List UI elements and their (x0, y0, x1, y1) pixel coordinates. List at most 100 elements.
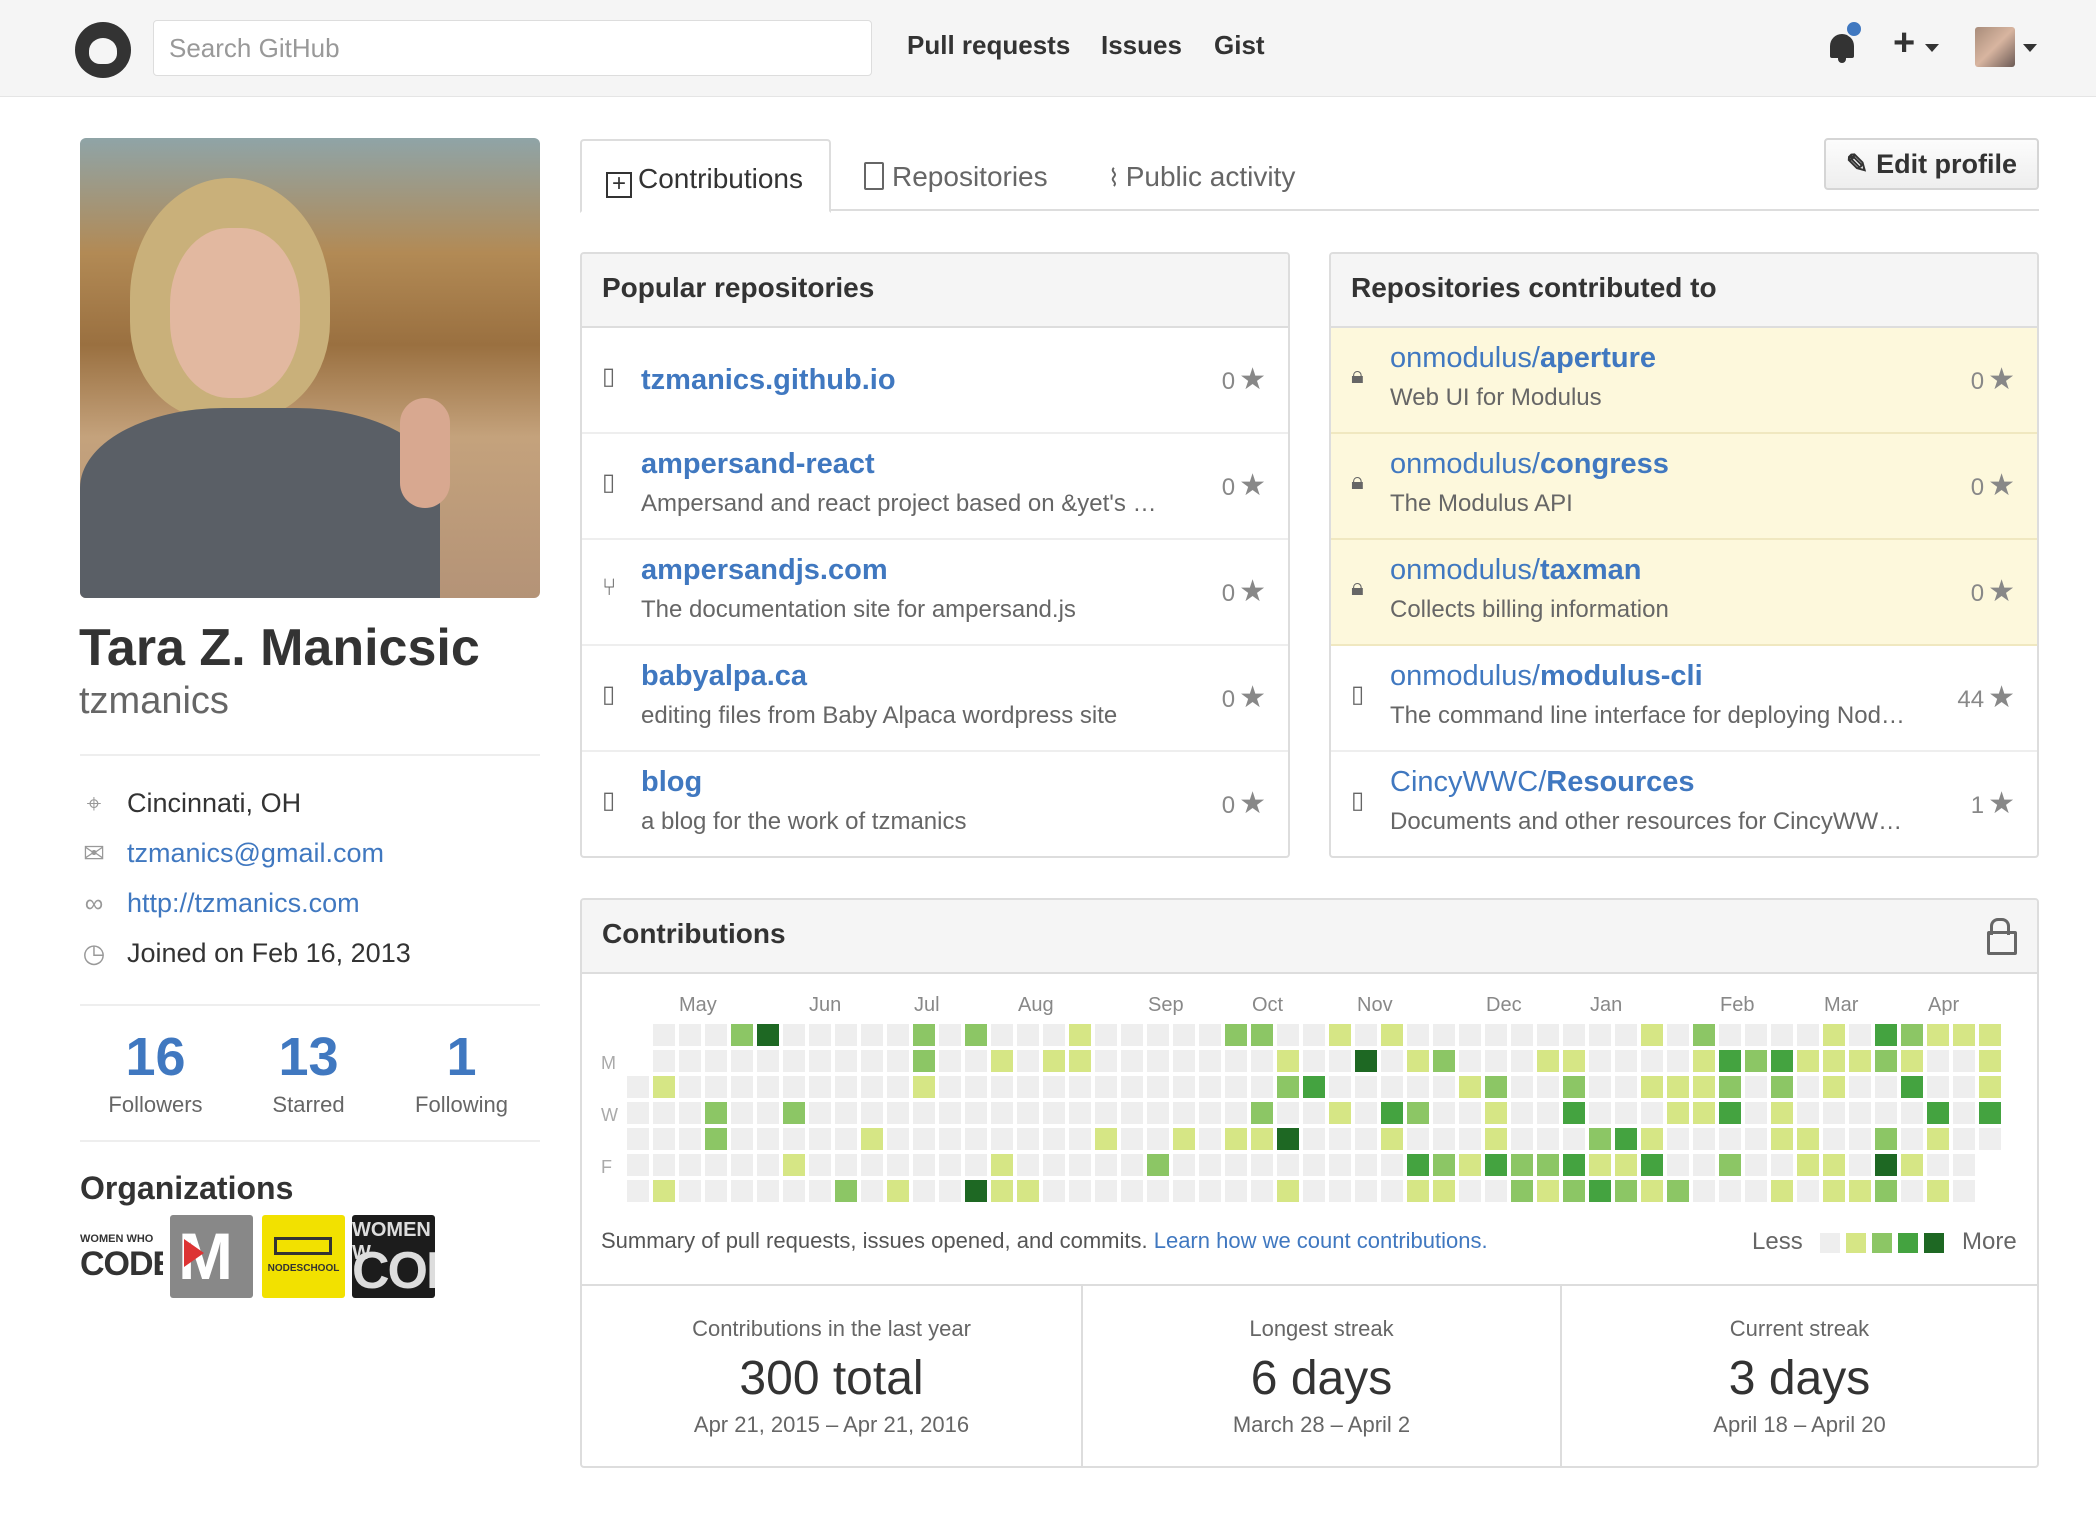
contribution-day[interactable] (861, 1050, 883, 1072)
contribution-day[interactable] (913, 1076, 935, 1098)
contribution-day[interactable] (653, 1102, 675, 1124)
contribution-day[interactable] (1459, 1024, 1481, 1046)
contribution-day[interactable] (757, 1076, 779, 1098)
list-item[interactable]: ▯ tzmanics.github.io 0 ★ (582, 328, 1288, 434)
contribution-day[interactable] (1641, 1024, 1663, 1046)
list-item[interactable]: 🔒︎ onmodulus/congress The Modulus API 0 ★ (1331, 434, 2037, 540)
list-item[interactable]: ▯ onmodulus/modulus-cli The command line… (1331, 646, 2037, 752)
contribution-day[interactable] (1043, 1154, 1065, 1176)
contribution-day[interactable] (1641, 1128, 1663, 1150)
contribution-day[interactable] (1953, 1154, 1975, 1176)
contribution-day[interactable] (679, 1128, 701, 1150)
contribution-day[interactable] (1901, 1076, 1923, 1098)
contribution-day[interactable] (835, 1050, 857, 1072)
contribution-day[interactable] (1095, 1102, 1117, 1124)
contribution-day[interactable] (1017, 1180, 1039, 1202)
contribution-day[interactable] (1589, 1102, 1611, 1124)
contribution-day[interactable] (965, 1102, 987, 1124)
org-women-who-code[interactable]: WOMEN WHO CODE (80, 1215, 163, 1298)
contribution-day[interactable] (939, 1128, 961, 1150)
email-link[interactable]: tzmanics@gmail.com (127, 838, 384, 869)
contribution-day[interactable] (1433, 1024, 1455, 1046)
contribution-day[interactable] (1927, 1050, 1949, 1072)
contribution-day[interactable] (913, 1154, 935, 1176)
contribution-day[interactable] (1225, 1076, 1247, 1098)
contribution-day[interactable] (809, 1024, 831, 1046)
contribution-day[interactable] (757, 1102, 779, 1124)
org-women-who-code-cincy[interactable]: WOMEN W COD (352, 1215, 435, 1298)
contribution-day[interactable] (1927, 1076, 1949, 1098)
contribution-day[interactable] (1953, 1050, 1975, 1072)
contribution-day[interactable] (1615, 1180, 1637, 1202)
contribution-day[interactable] (705, 1050, 727, 1072)
search-input[interactable] (153, 20, 872, 76)
contribution-day[interactable] (1693, 1050, 1715, 1072)
contribution-day[interactable] (1667, 1128, 1689, 1150)
contribution-day[interactable] (1199, 1024, 1221, 1046)
contribution-day[interactable] (1121, 1102, 1143, 1124)
contribution-day[interactable] (1459, 1050, 1481, 1072)
contribution-day[interactable] (991, 1024, 1013, 1046)
contribution-day[interactable] (1407, 1024, 1429, 1046)
contribution-day[interactable] (939, 1024, 961, 1046)
contribution-day[interactable] (887, 1128, 909, 1150)
contribution-day[interactable] (861, 1180, 883, 1202)
contribution-day[interactable] (1017, 1128, 1039, 1150)
contribution-day[interactable] (1225, 1180, 1247, 1202)
contribution-day[interactable] (783, 1102, 805, 1124)
contribution-day[interactable] (1173, 1180, 1195, 1202)
contribution-day[interactable] (809, 1076, 831, 1098)
contribution-day[interactable] (705, 1024, 727, 1046)
repo-link[interactable]: onmodulus/taxman (1390, 554, 1641, 587)
contribution-day[interactable] (1199, 1102, 1221, 1124)
contribution-day[interactable] (913, 1024, 935, 1046)
following-stat[interactable]: 1 Following (385, 1026, 538, 1118)
contribution-day[interactable] (861, 1128, 883, 1150)
contribution-day[interactable] (1303, 1024, 1325, 1046)
contribution-day[interactable] (835, 1154, 857, 1176)
contribution-day[interactable] (731, 1076, 753, 1098)
contribution-day[interactable] (1407, 1154, 1429, 1176)
contribution-day[interactable] (1771, 1024, 1793, 1046)
contribution-day[interactable] (679, 1024, 701, 1046)
contribution-day[interactable] (1537, 1024, 1559, 1046)
contribution-day[interactable] (783, 1154, 805, 1176)
contribution-day[interactable] (1095, 1154, 1117, 1176)
contribution-day[interactable] (965, 1050, 987, 1072)
contribution-day[interactable] (1407, 1102, 1429, 1124)
tab-contributions[interactable]: + Contributions (580, 139, 831, 213)
contribution-day[interactable] (1329, 1180, 1351, 1202)
contribution-day[interactable] (1719, 1128, 1741, 1150)
contribution-day[interactable] (1277, 1102, 1299, 1124)
contribution-day[interactable] (1745, 1154, 1767, 1176)
contribution-day[interactable] (1563, 1154, 1585, 1176)
contribution-day[interactable] (1953, 1180, 1975, 1202)
contribution-day[interactable] (1017, 1024, 1039, 1046)
contribution-day[interactable] (1381, 1050, 1403, 1072)
contribution-day[interactable] (1745, 1128, 1767, 1150)
contribution-day[interactable] (809, 1128, 831, 1150)
contribution-day[interactable] (1615, 1024, 1637, 1046)
repo-link[interactable]: onmodulus/modulus-cli (1390, 660, 1703, 693)
contribution-day[interactable] (1927, 1024, 1949, 1046)
contribution-day[interactable] (627, 1102, 649, 1124)
nav-issues[interactable]: Issues (1101, 30, 1182, 61)
contribution-day[interactable] (1875, 1050, 1897, 1072)
contribution-day[interactable] (1667, 1154, 1689, 1176)
contribution-day[interactable] (1147, 1180, 1169, 1202)
contribution-day[interactable] (1745, 1076, 1767, 1098)
repo-link[interactable]: tzmanics.github.io (641, 364, 896, 397)
contribution-day[interactable] (1329, 1128, 1351, 1150)
website-link[interactable]: http://tzmanics.com (127, 888, 360, 919)
contribution-day[interactable] (991, 1102, 1013, 1124)
contribution-day[interactable] (1121, 1154, 1143, 1176)
contribution-day[interactable] (1927, 1154, 1949, 1176)
contribution-day[interactable] (1069, 1180, 1091, 1202)
contribution-day[interactable] (1589, 1024, 1611, 1046)
contribution-day[interactable] (1355, 1102, 1377, 1124)
contribution-day[interactable] (809, 1102, 831, 1124)
contribution-day[interactable] (1797, 1180, 1819, 1202)
contribution-day[interactable] (1251, 1050, 1273, 1072)
contribution-day[interactable] (1303, 1128, 1325, 1150)
contribution-day[interactable] (653, 1128, 675, 1150)
